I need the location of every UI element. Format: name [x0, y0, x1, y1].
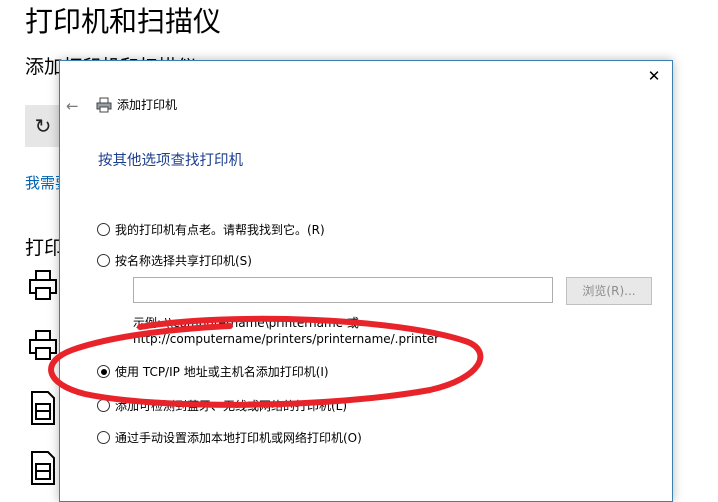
- example-line-2: http://computername/printers/printername…: [133, 332, 440, 346]
- add-printer-dialog: ✕ ← 添加打印机 按其他选项查找打印机 我的打印机有点老。请帮我找到它。(R)…: [59, 60, 673, 502]
- dialog-heading: 按其他选项查找打印机: [98, 153, 243, 169]
- refresh-icon: ↻: [34, 115, 52, 138]
- radio-button[interactable]: [97, 254, 110, 267]
- radio-button-selected[interactable]: [97, 365, 110, 378]
- option-manual-settings[interactable]: 通过手动设置添加本地打印机或网络打印机(O): [97, 429, 362, 446]
- page-title: 打印机和扫描仪: [25, 6, 222, 37]
- option-label: 添加可检测到蓝牙、无线或网络的打印机(L): [115, 399, 348, 413]
- refresh-button[interactable]: ↻: [25, 105, 61, 147]
- radio-button[interactable]: [97, 431, 110, 444]
- example-line-1: 示例: \\computername\printername 或: [133, 316, 359, 330]
- option-label: 我的打印机有点老。请帮我找到它。(R): [115, 223, 325, 237]
- printer-icon[interactable]: [28, 328, 58, 364]
- browse-button[interactable]: 浏览(R)...: [566, 277, 652, 305]
- close-icon: ✕: [647, 67, 661, 85]
- printer-icon[interactable]: [28, 268, 58, 304]
- option-bluetooth-wireless[interactable]: 添加可检测到蓝牙、无线或网络的打印机(L): [97, 397, 347, 414]
- radio-button[interactable]: [97, 399, 110, 412]
- option-label: 通过手动设置添加本地打印机或网络打印机(O): [115, 431, 362, 445]
- option-label: 使用 TCP/IP 地址或主机名添加打印机(I): [115, 365, 329, 379]
- example-text: 示例: \\computername\printername 或 http://…: [133, 315, 439, 347]
- dialog-title-bar: 添加打印机: [96, 96, 177, 113]
- option-old-printer[interactable]: 我的打印机有点老。请帮我找到它。(R): [97, 221, 325, 238]
- close-button[interactable]: ✕: [644, 66, 664, 86]
- radio-button[interactable]: [97, 223, 110, 236]
- shared-printer-name-input[interactable]: [133, 277, 553, 303]
- printer-icon: [96, 97, 112, 112]
- option-shared-printer[interactable]: 按名称选择共享打印机(S): [97, 252, 252, 269]
- fax-icon[interactable]: [28, 390, 58, 426]
- option-tcpip[interactable]: 使用 TCP/IP 地址或主机名添加打印机(I): [97, 363, 329, 380]
- option-label: 按名称选择共享打印机(S): [115, 254, 252, 268]
- dialog-title: 添加打印机: [117, 98, 178, 112]
- fax-icon[interactable]: [28, 450, 58, 486]
- back-arrow-icon: ←: [66, 97, 79, 115]
- back-button[interactable]: ←: [66, 97, 79, 115]
